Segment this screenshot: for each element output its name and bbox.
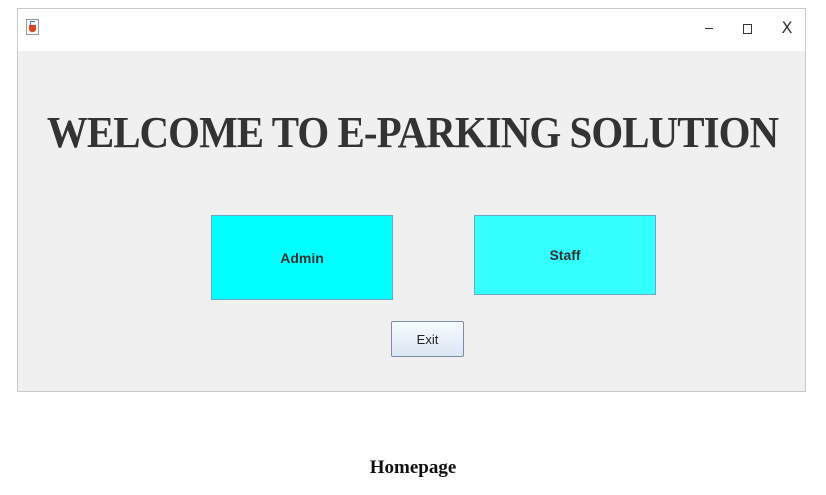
maximize-icon [742, 23, 752, 34]
exit-button[interactable]: Exit [391, 321, 464, 357]
maximize-button[interactable] [736, 17, 758, 39]
figure-caption: Homepage [369, 457, 457, 478]
admin-button[interactable]: Admin [211, 215, 393, 300]
close-button[interactable]: X [776, 17, 798, 39]
page-title: WELCOME TO E-PARKING SOLUTION [46, 108, 779, 157]
app-window: X WELCOME TO E-PARKING SOLUTION Admin St… [17, 8, 806, 392]
minimize-icon [705, 28, 713, 29]
minimize-button[interactable] [698, 17, 720, 39]
title-bar: X [18, 9, 805, 51]
staff-button[interactable]: Staff [474, 215, 656, 295]
java-cup-icon [26, 19, 39, 35]
